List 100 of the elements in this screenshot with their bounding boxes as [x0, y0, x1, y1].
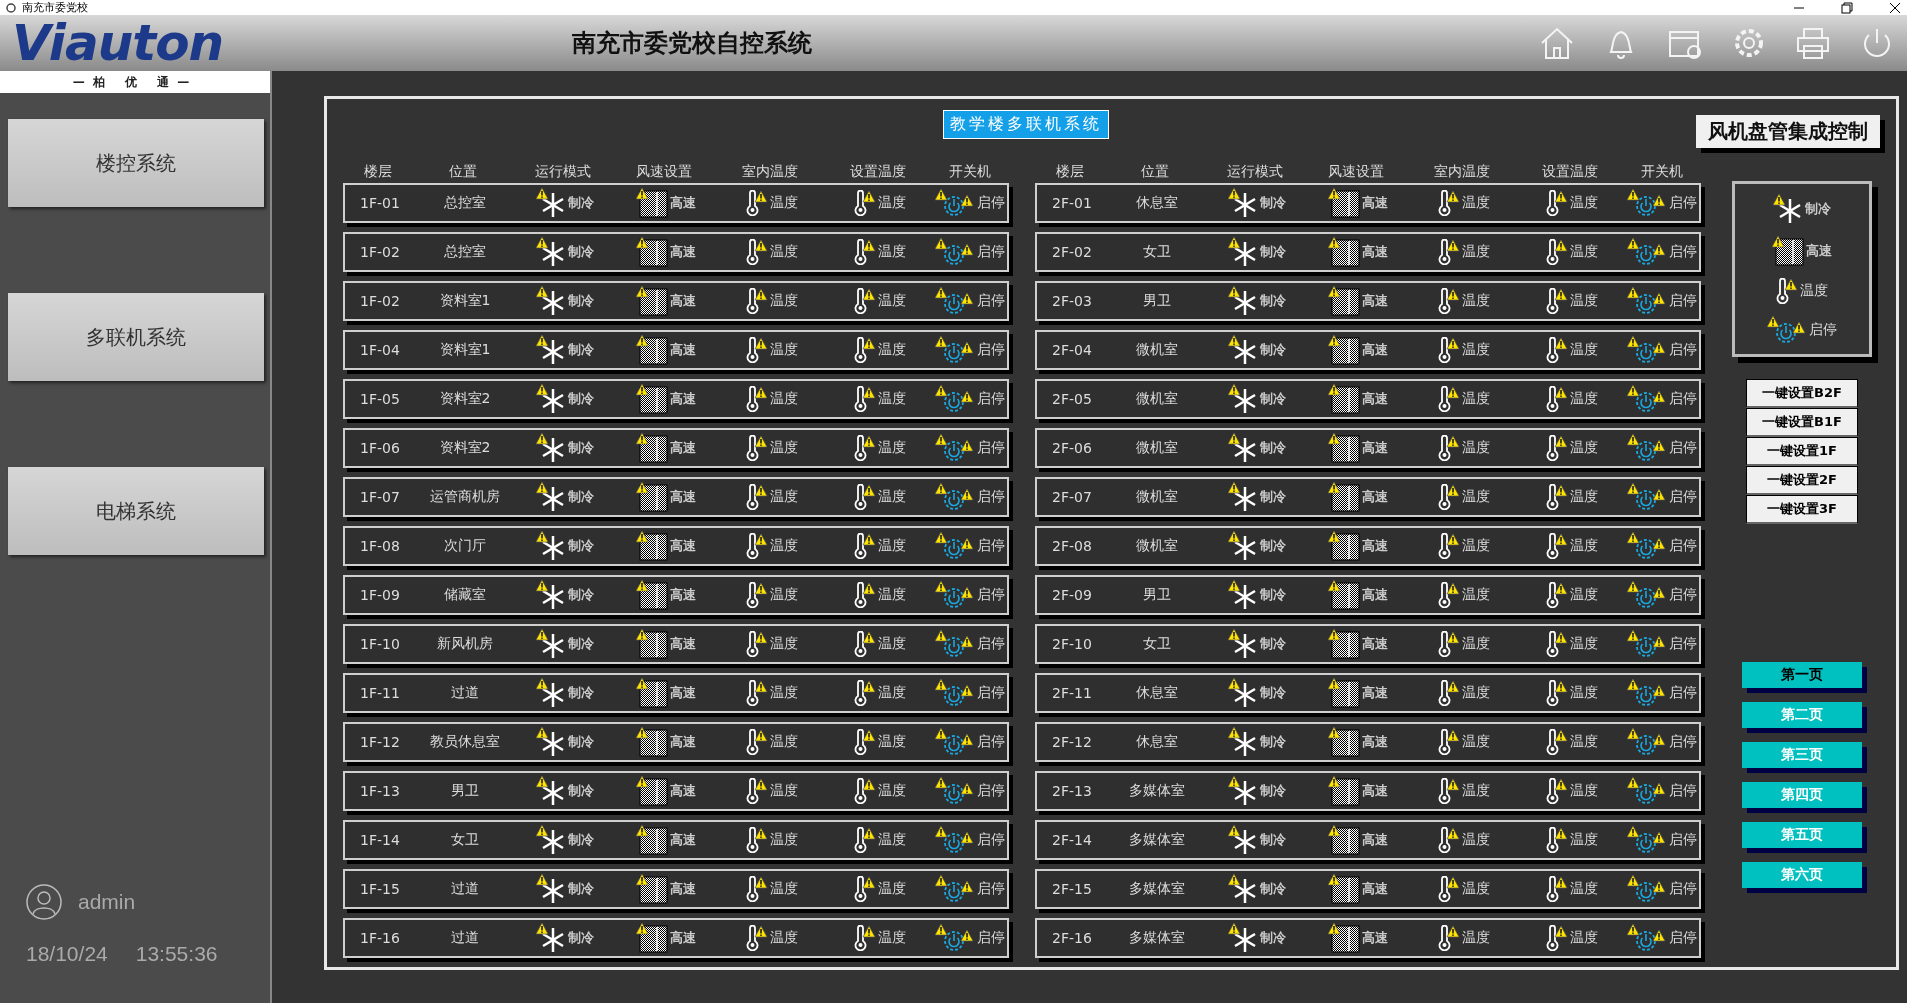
system-title: 南充市委党校自控系统: [572, 28, 813, 59]
printer-icon[interactable]: [1795, 26, 1831, 60]
speed-label: 高速: [670, 733, 696, 751]
restore-icon[interactable]: [1841, 1, 1853, 14]
snowflake-warning-icon: [1228, 580, 1258, 610]
mode-label: 制冷: [1260, 194, 1286, 212]
snowflake-warning-icon: [1228, 923, 1258, 953]
mode-label: 制冷: [1260, 341, 1286, 359]
thermometer-warning-icon: [854, 484, 876, 510]
slogan: —柏 优 通—: [72, 73, 198, 91]
speed-label: 高速: [670, 831, 696, 849]
thermometer-warning-icon: [1546, 239, 1568, 265]
indoor-temp-label: 温度: [1462, 635, 1490, 653]
indoor-temp-label: 温度: [1462, 439, 1490, 457]
thermometer-warning-icon: [1438, 925, 1460, 951]
power-label: 启停: [977, 488, 1005, 506]
floor-setting-button[interactable]: 一键设置3F: [1746, 495, 1858, 524]
fan-coil-warning-icon: [1328, 384, 1360, 414]
power-label: 启停: [1669, 439, 1697, 457]
mode-label: 制冷: [1260, 243, 1286, 261]
snowflake-warning-icon: [536, 531, 566, 561]
column-header: 位置: [448, 163, 478, 181]
floor-setting-button[interactable]: 一键设置2F: [1746, 466, 1858, 495]
location-cell-text: 女卫: [450, 831, 480, 849]
indoor-temp-label: 温度: [770, 929, 798, 947]
thermometer-warning-icon: [854, 582, 876, 608]
floor-cell-text: 2F-15: [1051, 881, 1093, 897]
floor-cell-text: 1F-09: [359, 587, 401, 603]
column-header: 运行模式: [1226, 163, 1284, 181]
speed-label: 高速: [1362, 929, 1388, 947]
speed-label: 高速: [670, 194, 696, 212]
indoor-temp-label: 温度: [1462, 488, 1490, 506]
fan-coil-warning-icon: [636, 433, 668, 463]
setpoint-label: 温度: [878, 880, 906, 898]
location-cell-text: 男卫: [450, 782, 480, 800]
legend-label: 启停: [1809, 321, 1837, 339]
floor-cell-text: 2F-04: [1051, 342, 1093, 358]
snowflake-warning-icon: [1228, 776, 1258, 806]
floor-cell-text: 2F-12: [1051, 734, 1093, 750]
floor-cell-text: 2F-05: [1051, 391, 1093, 407]
home-icon[interactable]: [1539, 26, 1575, 60]
snowflake-warning-icon: [1228, 874, 1258, 904]
indoor-temp-label: 温度: [770, 733, 798, 751]
power-label: 启停: [1669, 880, 1697, 898]
mode-label: 制冷: [1260, 684, 1286, 702]
power-warning-icon: [1627, 581, 1667, 609]
mode-label: 制冷: [1260, 537, 1286, 555]
thermometer-warning-icon: [1546, 533, 1568, 559]
thermometer-warning-icon: [746, 827, 768, 853]
indoor-temp-label: 温度: [770, 243, 798, 261]
legend-label: 制冷: [1805, 200, 1831, 218]
power-label: 启停: [977, 782, 1005, 800]
sidebar-button[interactable]: 电梯系统: [8, 467, 264, 555]
fan-coil-warning-icon: [1328, 923, 1360, 953]
indoor-temp-label: 温度: [1462, 292, 1490, 310]
thermometer-warning-icon: [746, 337, 768, 363]
close-icon[interactable]: [1889, 1, 1901, 14]
floor-cell-text: 1F-16: [359, 930, 401, 946]
power-label: 启停: [977, 439, 1005, 457]
power-warning-icon: [935, 875, 975, 903]
floor-setting-button[interactable]: 一键设置B1F: [1746, 408, 1858, 437]
power-warning-icon: [935, 385, 975, 413]
fan-coil-warning-icon: [1328, 727, 1360, 757]
mode-label: 制冷: [1260, 782, 1286, 800]
floor-cell-text: 2F-13: [1051, 783, 1093, 799]
snowflake-warning-icon: [536, 727, 566, 757]
sidebar-button[interactable]: 楼控系统: [8, 119, 264, 207]
user-icon: [26, 884, 62, 920]
indoor-temp-label: 温度: [770, 880, 798, 898]
thermometer-warning-icon: [1546, 484, 1568, 510]
location-cell-text: 多媒体室: [1128, 929, 1186, 947]
thermometer-warning-icon: [1546, 288, 1568, 314]
thermometer-warning-icon: [854, 288, 876, 314]
mode-label: 制冷: [568, 635, 594, 653]
power-label: 启停: [1669, 684, 1697, 702]
floor-setting-button[interactable]: 一键设置B2F: [1746, 379, 1858, 408]
snowflake-warning-icon: [536, 188, 566, 218]
sidebar-button[interactable]: 多联机系统: [8, 293, 264, 381]
snowflake-warning-icon: [1228, 286, 1258, 316]
location-cell-text: 休息室: [1135, 684, 1179, 702]
fan-coil-warning-icon: [636, 384, 668, 414]
snowflake-warning-icon: [1228, 629, 1258, 659]
power-label: 启停: [977, 537, 1005, 555]
setpoint-label: 温度: [1570, 929, 1598, 947]
fan-coil-warning-icon: [636, 727, 668, 757]
setpoint-label: 温度: [1570, 194, 1598, 212]
power-label: 启停: [1669, 292, 1697, 310]
mode-label: 制冷: [1260, 929, 1286, 947]
power-label: 启停: [977, 635, 1005, 653]
mode-label: 制冷: [568, 684, 594, 702]
floor-setting-button[interactable]: 一键设置1F: [1746, 437, 1858, 466]
fan-coil-warning-icon: [1328, 531, 1360, 561]
floor-cell-text: 1F-15: [359, 881, 401, 897]
thermometer-warning-icon: [746, 925, 768, 951]
location-cell-text: 多媒体室: [1128, 782, 1186, 800]
setpoint-label: 温度: [878, 292, 906, 310]
thermometer-warning-icon: [1438, 435, 1460, 461]
floor-cell-text: 1F-12: [359, 734, 401, 750]
indoor-temp-label: 温度: [770, 292, 798, 310]
mode-label: 制冷: [1260, 831, 1286, 849]
